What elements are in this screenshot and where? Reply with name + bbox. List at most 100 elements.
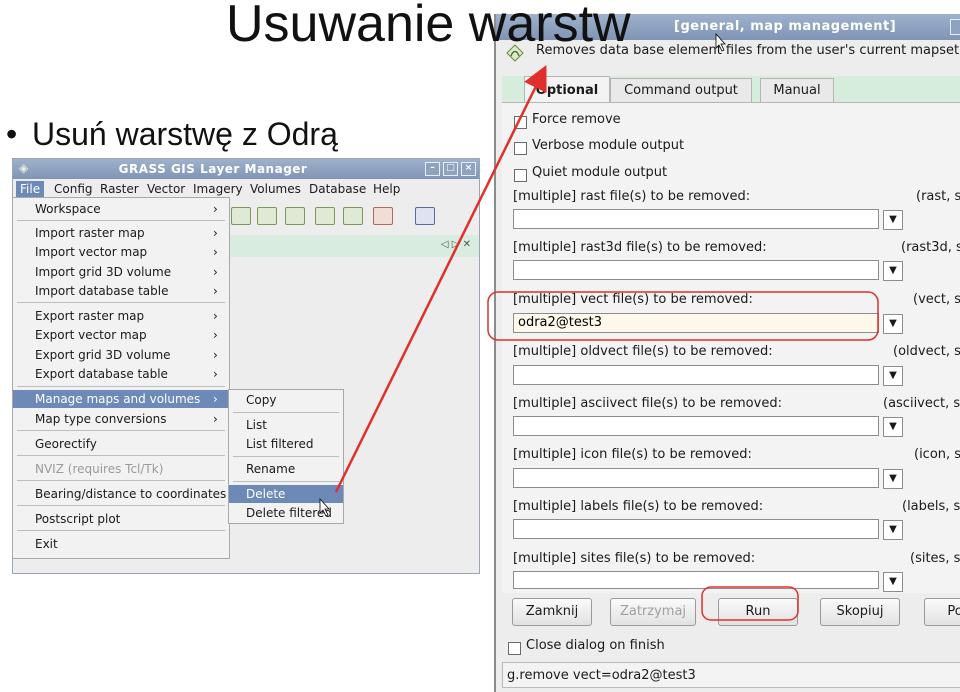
force-remove-label: Force remove: [532, 112, 621, 127]
vect-field-key: (vect, s: [913, 292, 960, 307]
file-menu-manage-maps[interactable]: Manage maps and volumes ›: [13, 390, 229, 408]
menu-config[interactable]: Config: [50, 181, 97, 198]
submenu-list-filtered[interactable]: List filtered: [229, 435, 343, 453]
close-on-finish-checkbox[interactable]: [508, 642, 521, 655]
file-menu-import-grid3d[interactable]: Import grid 3D volume ›: [13, 263, 229, 281]
quiet-output-label: Quiet module output: [532, 165, 668, 180]
maximize-icon[interactable]: □: [443, 162, 458, 176]
optional-panel: Force remove Verbose module output Quiet…: [502, 102, 960, 593]
manage-maps-submenu: Copy List List filtered Rename Delete De…: [228, 389, 344, 524]
verbose-output-label: Verbose module output: [532, 138, 685, 153]
file-menu-export-raster[interactable]: Export raster map ›: [13, 307, 229, 325]
file-menu-import-db-table[interactable]: Import database table ›: [13, 282, 229, 300]
add-overlay-icon[interactable]: [257, 207, 277, 225]
close-button[interactable]: Zamknij: [512, 598, 592, 626]
command-status-bar: g.remove vect=odra2@test3: [502, 662, 960, 688]
icon-field-key: (icon, s: [914, 447, 960, 462]
submenu-delete[interactable]: Delete: [229, 485, 343, 503]
chevron-down-icon[interactable]: ▼: [883, 210, 903, 230]
submenu-rename[interactable]: Rename: [229, 460, 343, 478]
file-menu-georectify[interactable]: Georectify: [13, 435, 229, 453]
chevron-down-icon[interactable]: ▼: [883, 417, 903, 437]
oldvect-files-input[interactable]: [513, 365, 879, 385]
copy-button[interactable]: Skopiuj: [820, 598, 900, 626]
dialog-window-button-icon[interactable]: [950, 19, 960, 35]
chevron-down-icon[interactable]: ▼: [883, 572, 903, 592]
chevron-down-icon[interactable]: ▼: [883, 366, 903, 386]
labels-files-input[interactable]: [513, 519, 879, 539]
file-menu-exit[interactable]: Exit: [13, 535, 229, 553]
file-menu-postscript-plot[interactable]: Postscript plot: [13, 510, 229, 528]
add-vector-icon[interactable]: [231, 207, 251, 225]
chevron-down-icon[interactable]: ▼: [883, 314, 903, 334]
file-menu-workspace[interactable]: Workspace ›: [13, 200, 229, 218]
file-menu-bearing-distance[interactable]: Bearing/distance to coordinates: [13, 485, 229, 503]
submenu-arrow-icon: ›: [213, 328, 218, 342]
menu-help[interactable]: Help: [369, 181, 404, 198]
menu-volumes[interactable]: Volumes: [246, 181, 305, 198]
menu-separator: [233, 456, 339, 457]
menu-label: Bearing/distance to coordinates: [35, 487, 227, 501]
sites-field-key: (sites, s: [910, 551, 960, 566]
menu-database[interactable]: Database: [305, 181, 370, 198]
tab-manual[interactable]: Manual: [760, 78, 834, 103]
menu-label: Copy: [246, 393, 277, 407]
verbose-output-checkbox[interactable]: [514, 142, 527, 155]
icon-field-label: [multiple] icon file(s) to be removed:: [513, 447, 752, 462]
submenu-arrow-icon: ›: [213, 202, 218, 216]
submenu-list[interactable]: List: [229, 416, 343, 434]
menu-imagery[interactable]: Imagery: [189, 181, 247, 198]
menu-vector[interactable]: Vector: [143, 181, 189, 198]
submenu-arrow-icon: ›: [213, 226, 218, 240]
chevron-down-icon[interactable]: ▼: [883, 520, 903, 540]
vect-files-input[interactable]: [513, 313, 879, 333]
layer-manager-menubar: File Config Raster Vector Imagery Volume…: [13, 179, 479, 199]
menu-label: Rename: [246, 462, 296, 476]
file-menu-export-grid3d[interactable]: Export grid 3D volume ›: [13, 346, 229, 364]
quiet-output-checkbox[interactable]: [514, 169, 527, 182]
slide-bullet-text: Usuń warstwę z Odrą: [32, 116, 338, 152]
menu-separator: [17, 220, 225, 221]
tab-nav-icons[interactable]: ◁ ▷ ✕: [441, 239, 471, 250]
file-menu-map-type-conversions[interactable]: Map type conversions ›: [13, 410, 229, 428]
rast3d-files-input[interactable]: [513, 260, 879, 280]
file-menu-import-vector[interactable]: Import vector map ›: [13, 243, 229, 261]
menu-label: Import vector map: [35, 245, 148, 259]
remove-layer-icon[interactable]: [373, 207, 393, 225]
menu-file[interactable]: File: [16, 181, 45, 198]
minimize-icon[interactable]: –: [425, 162, 440, 176]
chevron-down-icon[interactable]: ▼: [883, 469, 903, 489]
add-group-icon[interactable]: [285, 207, 305, 225]
submenu-copy[interactable]: Copy: [229, 391, 343, 409]
layer-manager-title: GRASS GIS Layer Manager: [118, 162, 308, 176]
menu-separator: [233, 412, 339, 413]
menu-separator: [17, 302, 225, 303]
vect-field-label: [multiple] vect file(s) to be removed:: [513, 292, 753, 307]
run-button[interactable]: Run: [718, 598, 798, 626]
layer-manager-titlebar[interactable]: ◈ GRASS GIS Layer Manager – □ ×: [13, 159, 479, 179]
tab-optional[interactable]: Optional: [524, 76, 610, 104]
close-icon[interactable]: ×: [461, 162, 476, 176]
force-remove-checkbox[interactable]: [514, 116, 527, 129]
menu-label: Delete: [246, 487, 286, 501]
dialog-tabs: Optional Command output Manual: [502, 76, 960, 104]
menu-label: Workspace: [35, 202, 101, 216]
rast-files-input[interactable]: [513, 209, 879, 229]
attribute-table-icon[interactable]: [415, 207, 435, 225]
file-menu-export-db-table[interactable]: Export database table ›: [13, 365, 229, 383]
add-grid-icon[interactable]: [315, 207, 335, 225]
submenu-arrow-icon: ›: [213, 309, 218, 323]
menu-label: List filtered: [246, 437, 314, 451]
tab-command-output[interactable]: Command output: [610, 78, 752, 103]
menu-raster[interactable]: Raster: [96, 181, 143, 198]
add-labels-icon[interactable]: [343, 207, 363, 225]
menu-separator: [233, 481, 339, 482]
help-button[interactable]: Po: [924, 598, 960, 626]
sites-files-input[interactable]: [513, 571, 879, 589]
file-menu-import-raster[interactable]: Import raster map ›: [13, 224, 229, 242]
chevron-down-icon[interactable]: ▼: [883, 261, 903, 281]
asciivect-files-input[interactable]: [513, 416, 879, 436]
submenu-delete-filtered[interactable]: Delete filtered: [229, 504, 343, 522]
file-menu-export-vector[interactable]: Export vector map ›: [13, 326, 229, 344]
icon-files-input[interactable]: [513, 468, 879, 488]
